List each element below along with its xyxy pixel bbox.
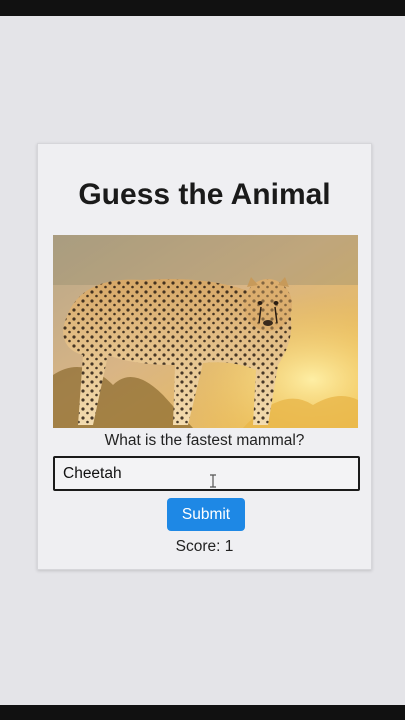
- game-card: Guess the Animal What is the fastest mam…: [37, 143, 372, 570]
- answer-input[interactable]: [53, 456, 360, 491]
- question-text: What is the fastest mammal?: [104, 432, 305, 449]
- top-black-bar: [0, 0, 405, 16]
- submit-button[interactable]: Submit: [167, 498, 245, 531]
- animal-image: [53, 235, 358, 428]
- bottom-black-bar: [0, 705, 405, 720]
- score-text: Score: 1: [175, 538, 234, 555]
- page-title: Guess the Animal: [78, 178, 331, 211]
- i-beam-cursor-icon: [210, 474, 216, 488]
